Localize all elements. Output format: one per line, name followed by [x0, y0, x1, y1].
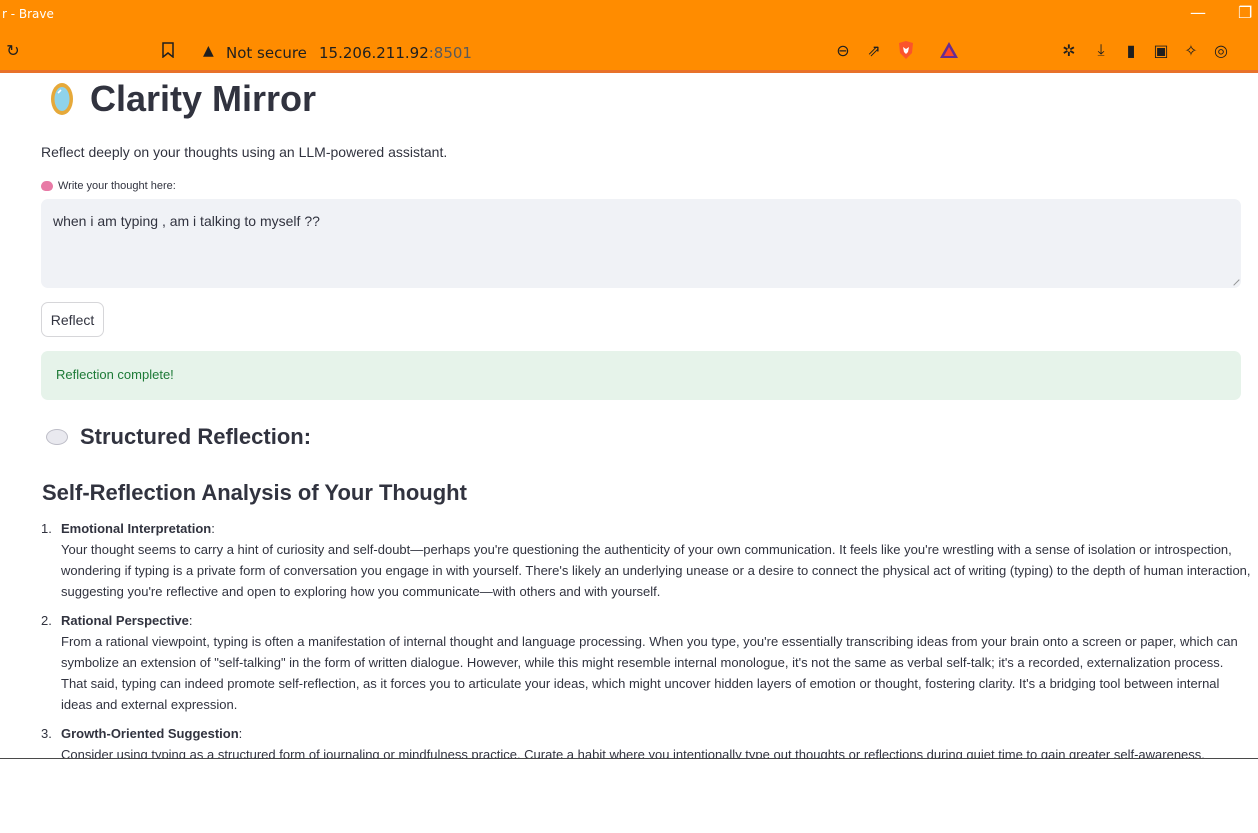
item-title: Growth-Oriented Suggestion [61, 726, 239, 741]
brave-rewards-icon[interactable] [938, 39, 960, 61]
speech-bubble-icon [46, 429, 68, 445]
item-title: Rational Perspective [61, 613, 189, 628]
analysis-title: Self-Reflection Analysis of Your Thought [42, 480, 467, 505]
thought-input[interactable]: when i am typing , am i talking to mysel… [41, 199, 1241, 288]
security-label: Not secure [226, 44, 307, 62]
input-label-text: Write your thought here: [58, 180, 176, 192]
brave-shield-icon[interactable] [895, 39, 917, 61]
window-title: r - Brave [2, 7, 54, 21]
leo-ai-icon[interactable]: ✧ [1180, 39, 1202, 61]
bookmark-icon[interactable] [157, 39, 179, 61]
restore-icon[interactable]: ❐ [1238, 3, 1252, 22]
vpn-icon[interactable]: ◎ [1210, 39, 1232, 61]
item-number: 1. [41, 521, 52, 536]
minimize-icon[interactable]: — [1190, 3, 1206, 22]
list-item: 2. Rational Perspective: From a rational … [41, 610, 1251, 715]
brain-icon [41, 181, 53, 191]
item-body: Your thought seems to carry a hint of cu… [61, 542, 1251, 599]
sidebar-icon[interactable]: ▮ [1120, 39, 1142, 61]
url-port: :8501 [428, 44, 472, 62]
page-title: Clarity Mirror [90, 78, 317, 119]
list-item: 1. Emotional Interpretation: Your thought… [41, 518, 1251, 602]
share-icon[interactable]: ⇗ [863, 39, 885, 61]
browser-titlebar: r - Brave — ❐ [0, 0, 1258, 31]
window-bottom-edge [0, 758, 1258, 759]
reload-icon[interactable]: ↻ [2, 39, 24, 61]
download-icon[interactable]: ⤓ [1090, 39, 1112, 61]
app-page: Clarity Mirror Reflect deeply on your th… [0, 76, 1258, 758]
address-bar[interactable]: ▲ Not secure 15.206.211.92:8501 [195, 38, 975, 67]
section-title: Structured Reflection: [80, 424, 312, 449]
warning-icon: ▲ [203, 43, 214, 59]
zoom-out-icon[interactable]: ⊖ [832, 39, 854, 61]
success-alert: Reflection complete! [41, 351, 1241, 400]
item-number: 2. [41, 613, 52, 628]
extensions-icon[interactable]: ✲ [1058, 39, 1080, 61]
input-label: Write your thought here: [41, 180, 176, 192]
item-body: From a rational viewpoint, typing is oft… [61, 634, 1238, 712]
page-subtitle: Reflect deeply on your thoughts using an… [41, 144, 448, 160]
item-number: 3. [41, 726, 52, 741]
item-title: Emotional Interpretation [61, 521, 212, 536]
mirror-icon [51, 83, 73, 115]
wallet-icon[interactable]: ▣ [1150, 39, 1172, 61]
section-header: Structured Reflection: [46, 424, 311, 450]
reflect-button[interactable]: Reflect [41, 302, 104, 337]
item-body: Consider using typing as a structured fo… [61, 747, 1205, 758]
browser-toolbar: ↻ ▲ Not secure 15.206.211.92:8501 ⊖ ⇗ ✲ … [0, 31, 1258, 73]
url-host: 15.206.211.92 [319, 44, 429, 62]
reflection-list: 1. Emotional Interpretation: Your thought… [41, 518, 1251, 758]
list-item: 3. Growth-Oriented Suggestion: Consider u… [41, 723, 1251, 758]
url-text: 15.206.211.92:8501 [319, 44, 472, 62]
